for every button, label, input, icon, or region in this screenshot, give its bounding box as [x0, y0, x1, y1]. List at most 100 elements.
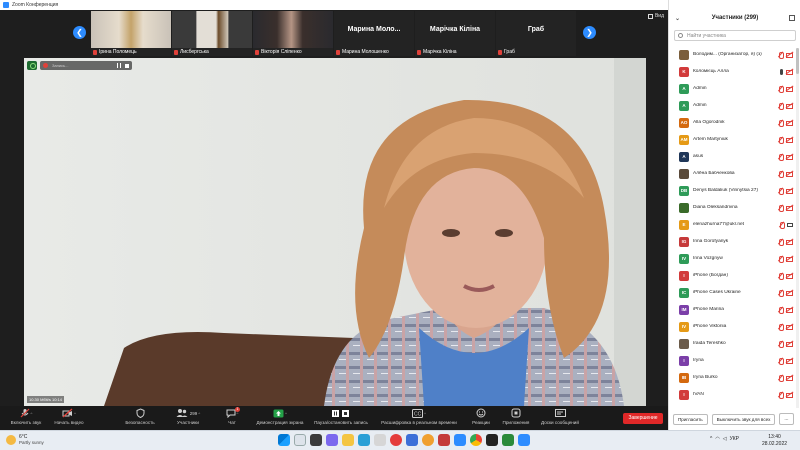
thumbnail-tile[interactable]: Граб Граб	[496, 11, 576, 56]
start-video-button[interactable]: ^ Начать видео	[50, 408, 88, 425]
chrome-icon[interactable]	[470, 434, 482, 446]
view-button[interactable]: Вид	[647, 13, 664, 19]
tray-chevron-icon[interactable]: ^	[710, 436, 712, 442]
thumbnail-big-name: Марина Моло...	[347, 26, 401, 33]
thumbnail-tile[interactable]: Ірина Поломець	[91, 11, 171, 56]
taskbar-clock[interactable]: 13:40 28.02.2022	[762, 434, 787, 448]
participant-row[interactable]: IC iPhone Cases Ukraine	[669, 284, 797, 301]
collapse-chevron-icon[interactable]: ⌄	[675, 15, 680, 22]
camera-muted-icon	[786, 137, 793, 143]
windows-start-icon[interactable]	[278, 434, 290, 446]
share-screen-button[interactable]: ^ Демонстрация экрана	[252, 408, 308, 425]
mic-muted-icon	[20, 408, 29, 418]
participant-row[interactable]: AM Artem Martyniuk	[669, 131, 797, 148]
participant-status-icons	[778, 255, 793, 263]
camera-muted-icon	[786, 171, 793, 177]
search-icon[interactable]	[294, 434, 306, 446]
mic-muted-icon	[174, 49, 178, 55]
unmute-button[interactable]: ^ Включить звук	[6, 408, 46, 425]
participant-row[interactable]: IM iPhone Marina	[669, 301, 797, 318]
participant-avatar: IM	[679, 304, 689, 315]
start-video-label: Начать видео	[54, 420, 84, 425]
more-options-button[interactable]: ...	[779, 413, 794, 425]
shield-icon	[136, 408, 144, 418]
participant-row[interactable]: IV iPhone Viktoriia	[669, 318, 797, 335]
zoom-app-icon[interactable]	[454, 434, 466, 446]
firefox-icon[interactable]	[422, 434, 434, 446]
participant-row[interactable]: K Коломієць Алла	[669, 63, 797, 80]
chat-button[interactable]: 1 ^ Чат	[216, 407, 248, 425]
participant-name: Admin	[693, 103, 707, 108]
participant-list-scrollbar[interactable]	[796, 48, 799, 408]
participant-row[interactable]: Diana Oleksandrivna	[669, 199, 797, 216]
participant-name: Iryna	[693, 358, 704, 363]
participant-avatar: K	[679, 66, 689, 77]
participant-row[interactable]: Aasus	[669, 148, 797, 165]
store-icon[interactable]	[374, 434, 386, 446]
clock-time: 13:40	[768, 434, 781, 440]
mute-all-button[interactable]: Выключить звук для всех	[711, 413, 776, 425]
participant-row[interactable]: I IVAN	[669, 386, 797, 403]
popout-icon[interactable]	[789, 15, 795, 21]
task-view-icon[interactable]	[310, 434, 322, 446]
app-icon[interactable]	[486, 434, 498, 446]
thumbnail-tile[interactable]: Марічка Кіліна Марічка Кіліна	[415, 11, 495, 56]
view-label: Вид	[654, 13, 664, 19]
participant-status-icons	[778, 374, 793, 382]
mic-muted-icon	[778, 306, 784, 314]
participant-status-icons	[778, 238, 793, 246]
mic-muted-icon	[778, 187, 784, 195]
participant-row[interactable]: Алёна Бабченкова	[669, 165, 797, 182]
camera-muted-icon	[786, 52, 793, 58]
stop-recording-icon[interactable]	[125, 63, 129, 68]
participant-row[interactable]: IiPhone (Богдан)	[669, 267, 797, 284]
participants-button[interactable]: 299 ^ Участники	[168, 408, 208, 425]
live-transcript-button[interactable]: CC ^ Расшифровка в реальном времени	[374, 408, 464, 425]
participant-row[interactable]: Iraida Tereshko	[669, 335, 797, 352]
end-meeting-button[interactable]: Завершение	[623, 413, 663, 424]
participant-row[interactable]: IV Inna Vozgnyw	[669, 250, 797, 267]
participant-row[interactable]: DB Denys Baldaliuk (Vinnytsia 27)	[669, 182, 797, 199]
camera-muted-icon	[62, 408, 73, 418]
thumbnail-tile[interactable]: Лисбергська	[172, 11, 252, 56]
participant-row[interactable]: IB Iryna Burko	[669, 369, 797, 386]
encryption-badge-icon[interactable]	[27, 61, 37, 70]
participant-name: Inna Vozgnyw	[693, 256, 723, 261]
scrollbar-thumb[interactable]	[796, 48, 799, 74]
pdf-app-icon[interactable]	[438, 434, 450, 446]
participant-name: iPhone Viktoriia	[693, 324, 727, 329]
thumbnail-tile[interactable]: Марина Моло... Марина Молошенко	[334, 11, 414, 56]
opera-icon[interactable]	[390, 434, 402, 446]
participant-row[interactable]: AO Alla Ogorodnik	[669, 114, 797, 131]
participant-row[interactable]: Володим... (Организатор, я) (з)	[669, 46, 797, 63]
participant-row[interactable]: Eelenazhurna77@ukr.net	[669, 216, 797, 233]
edge-browser-icon[interactable]	[358, 434, 370, 446]
wifi-icon[interactable]: ◠	[715, 436, 719, 442]
prev-page-button[interactable]: ❮	[73, 26, 86, 39]
thumbnail-tile[interactable]: Вікторія Сліпенко	[253, 11, 333, 56]
participant-photo-avatar	[679, 49, 689, 60]
participant-row[interactable]: I Iryna	[669, 352, 797, 369]
participant-row[interactable]: A Admin	[669, 97, 797, 114]
whiteboard-icon	[554, 408, 566, 417]
invite-button[interactable]: Пригласить	[673, 413, 708, 425]
language-indicator[interactable]: УКР	[730, 436, 739, 442]
participant-search-input[interactable]: Найти участника	[674, 30, 796, 41]
apps-button[interactable]: Приложения	[498, 408, 534, 425]
next-page-button[interactable]: ❯	[583, 26, 596, 39]
word-icon[interactable]	[406, 434, 418, 446]
volume-icon[interactable]: ◁	[723, 436, 727, 442]
weather-widget[interactable]: 6°C Partly sunny	[6, 434, 44, 445]
pause-recording-icon[interactable]	[117, 63, 121, 68]
participant-row[interactable]: A Admin	[669, 80, 797, 97]
chat-app-icon[interactable]	[326, 434, 338, 446]
security-button[interactable]: Безопасность	[120, 408, 160, 425]
record-pause-label: Пауза/остановить запись	[314, 420, 368, 425]
excel-icon[interactable]	[502, 434, 514, 446]
telegram-icon[interactable]	[518, 434, 530, 446]
whiteboard-button[interactable]: Доски сообщений	[536, 408, 584, 425]
pause-stop-recording-button[interactable]: Пауза/остановить запись	[312, 408, 370, 425]
file-explorer-icon[interactable]	[342, 434, 354, 446]
reactions-button[interactable]: Реакции	[466, 408, 496, 425]
participant-row[interactable]: IG Inna Gorofyanyk	[669, 233, 797, 250]
